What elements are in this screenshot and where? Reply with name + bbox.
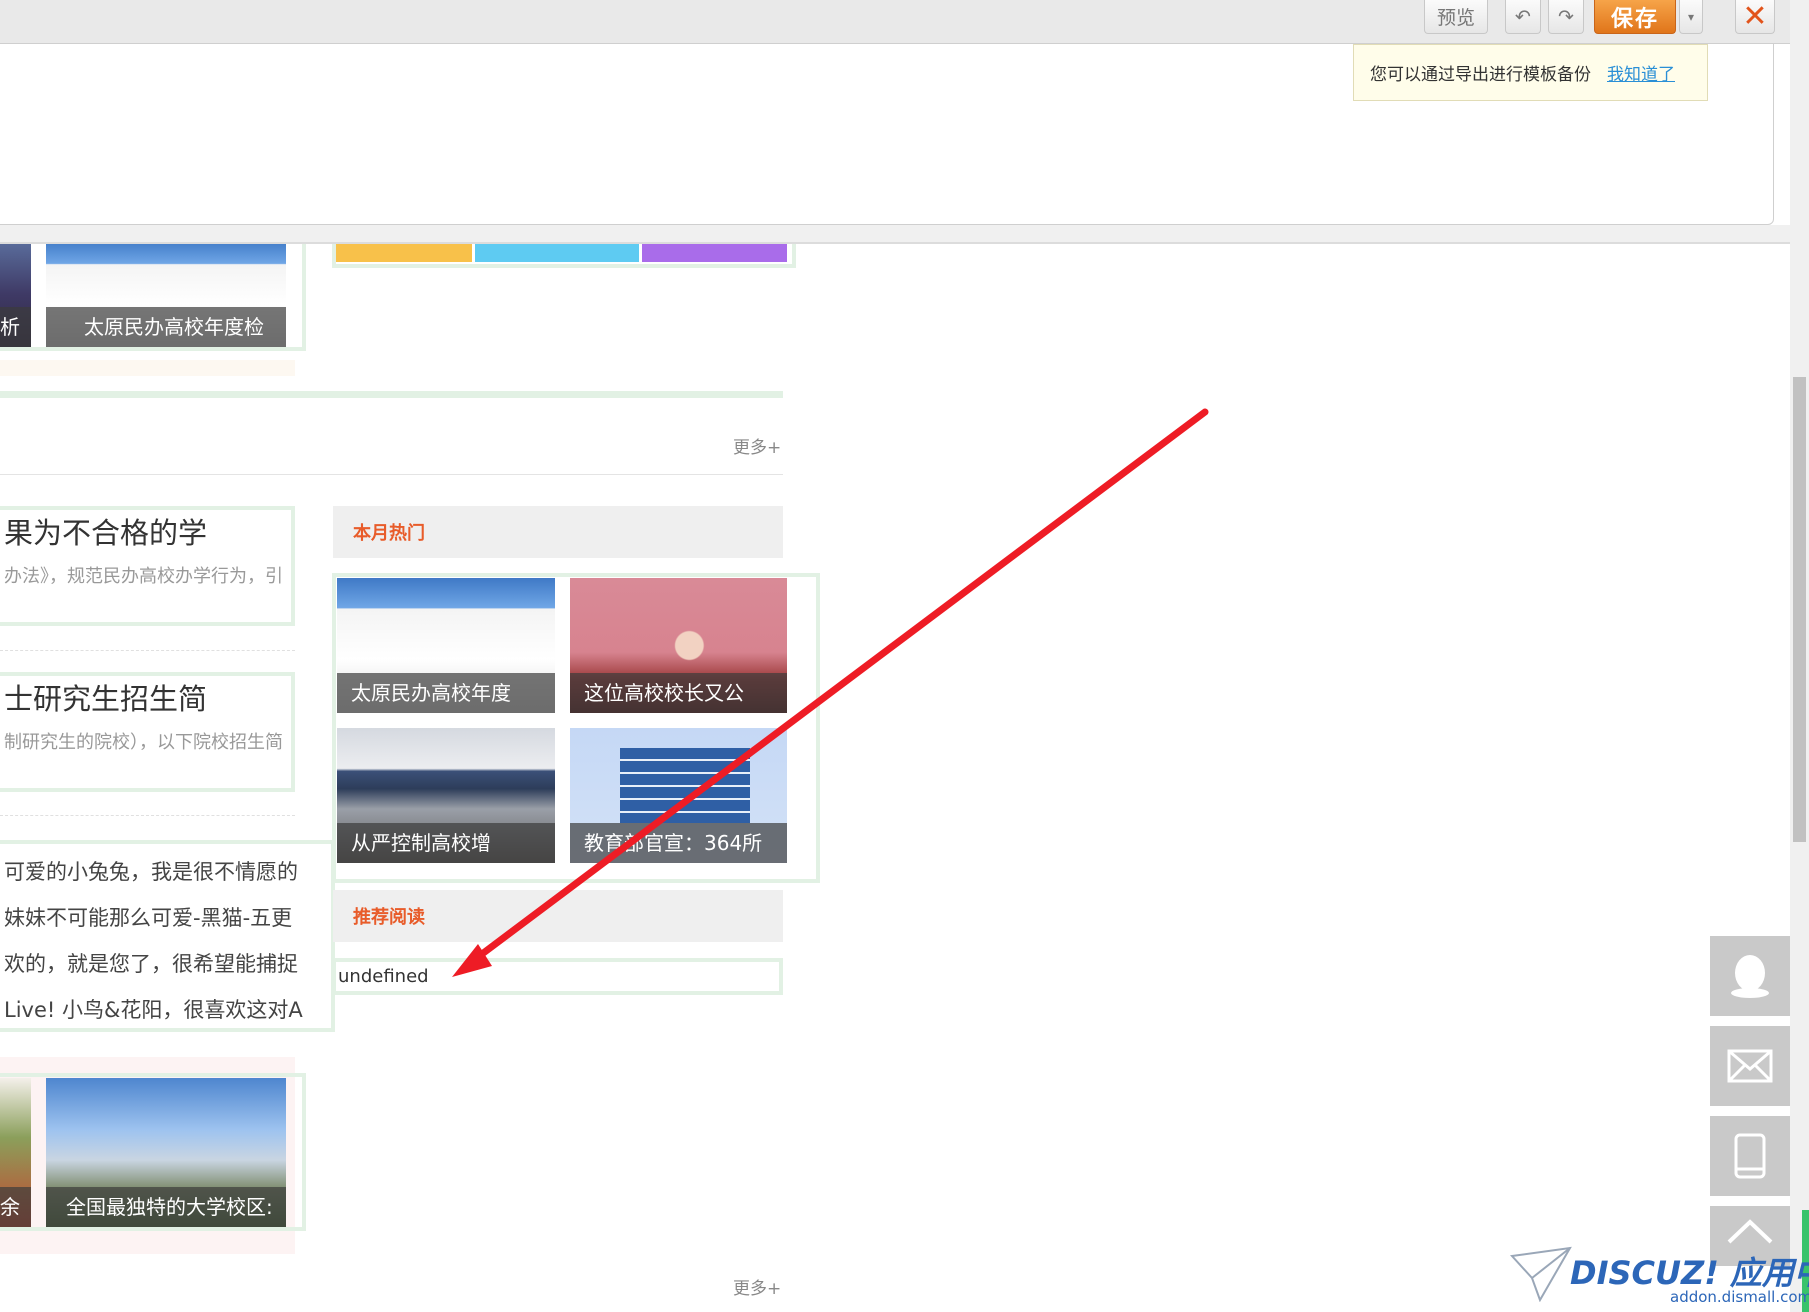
redo-icon: ↷ <box>1558 5 1574 28</box>
editor-panel-shadow <box>0 225 1790 244</box>
redo-button[interactable]: ↷ <box>1548 0 1584 34</box>
undo-button[interactable]: ↶ <box>1505 0 1541 34</box>
qq-button[interactable] <box>1710 936 1790 1016</box>
save-button[interactable]: 保存 <box>1594 0 1676 34</box>
mail-button[interactable] <box>1710 1026 1790 1106</box>
watermark-url: addon.dismall.com <box>1670 1288 1809 1306</box>
chevron-down-icon: ▾ <box>1687 9 1695 24</box>
preview-button[interactable]: 预览 <box>1424 0 1488 34</box>
mobile-button[interactable] <box>1710 1116 1790 1196</box>
mail-icon <box>1727 1049 1773 1083</box>
mobile-icon <box>1734 1133 1766 1179</box>
scrollbar-thumb[interactable] <box>1793 377 1806 842</box>
close-button[interactable]: ✕ <box>1735 0 1775 34</box>
tip-dismiss-link[interactable]: 我知道了 <box>1607 60 1675 85</box>
undo-icon: ↶ <box>1515 5 1531 28</box>
discuz-watermark: DISCUZ! 应用中心 addon.dismall.com <box>1510 1240 1809 1310</box>
qq-icon <box>1731 955 1769 998</box>
paper-plane-icon <box>1510 1246 1572 1302</box>
backup-tip: 您可以通过导出进行模板备份 我知道了 <box>1353 44 1708 101</box>
tip-text: 您可以通过导出进行模板备份 <box>1370 65 1591 85</box>
save-options-dropdown[interactable]: ▾ <box>1679 0 1703 34</box>
